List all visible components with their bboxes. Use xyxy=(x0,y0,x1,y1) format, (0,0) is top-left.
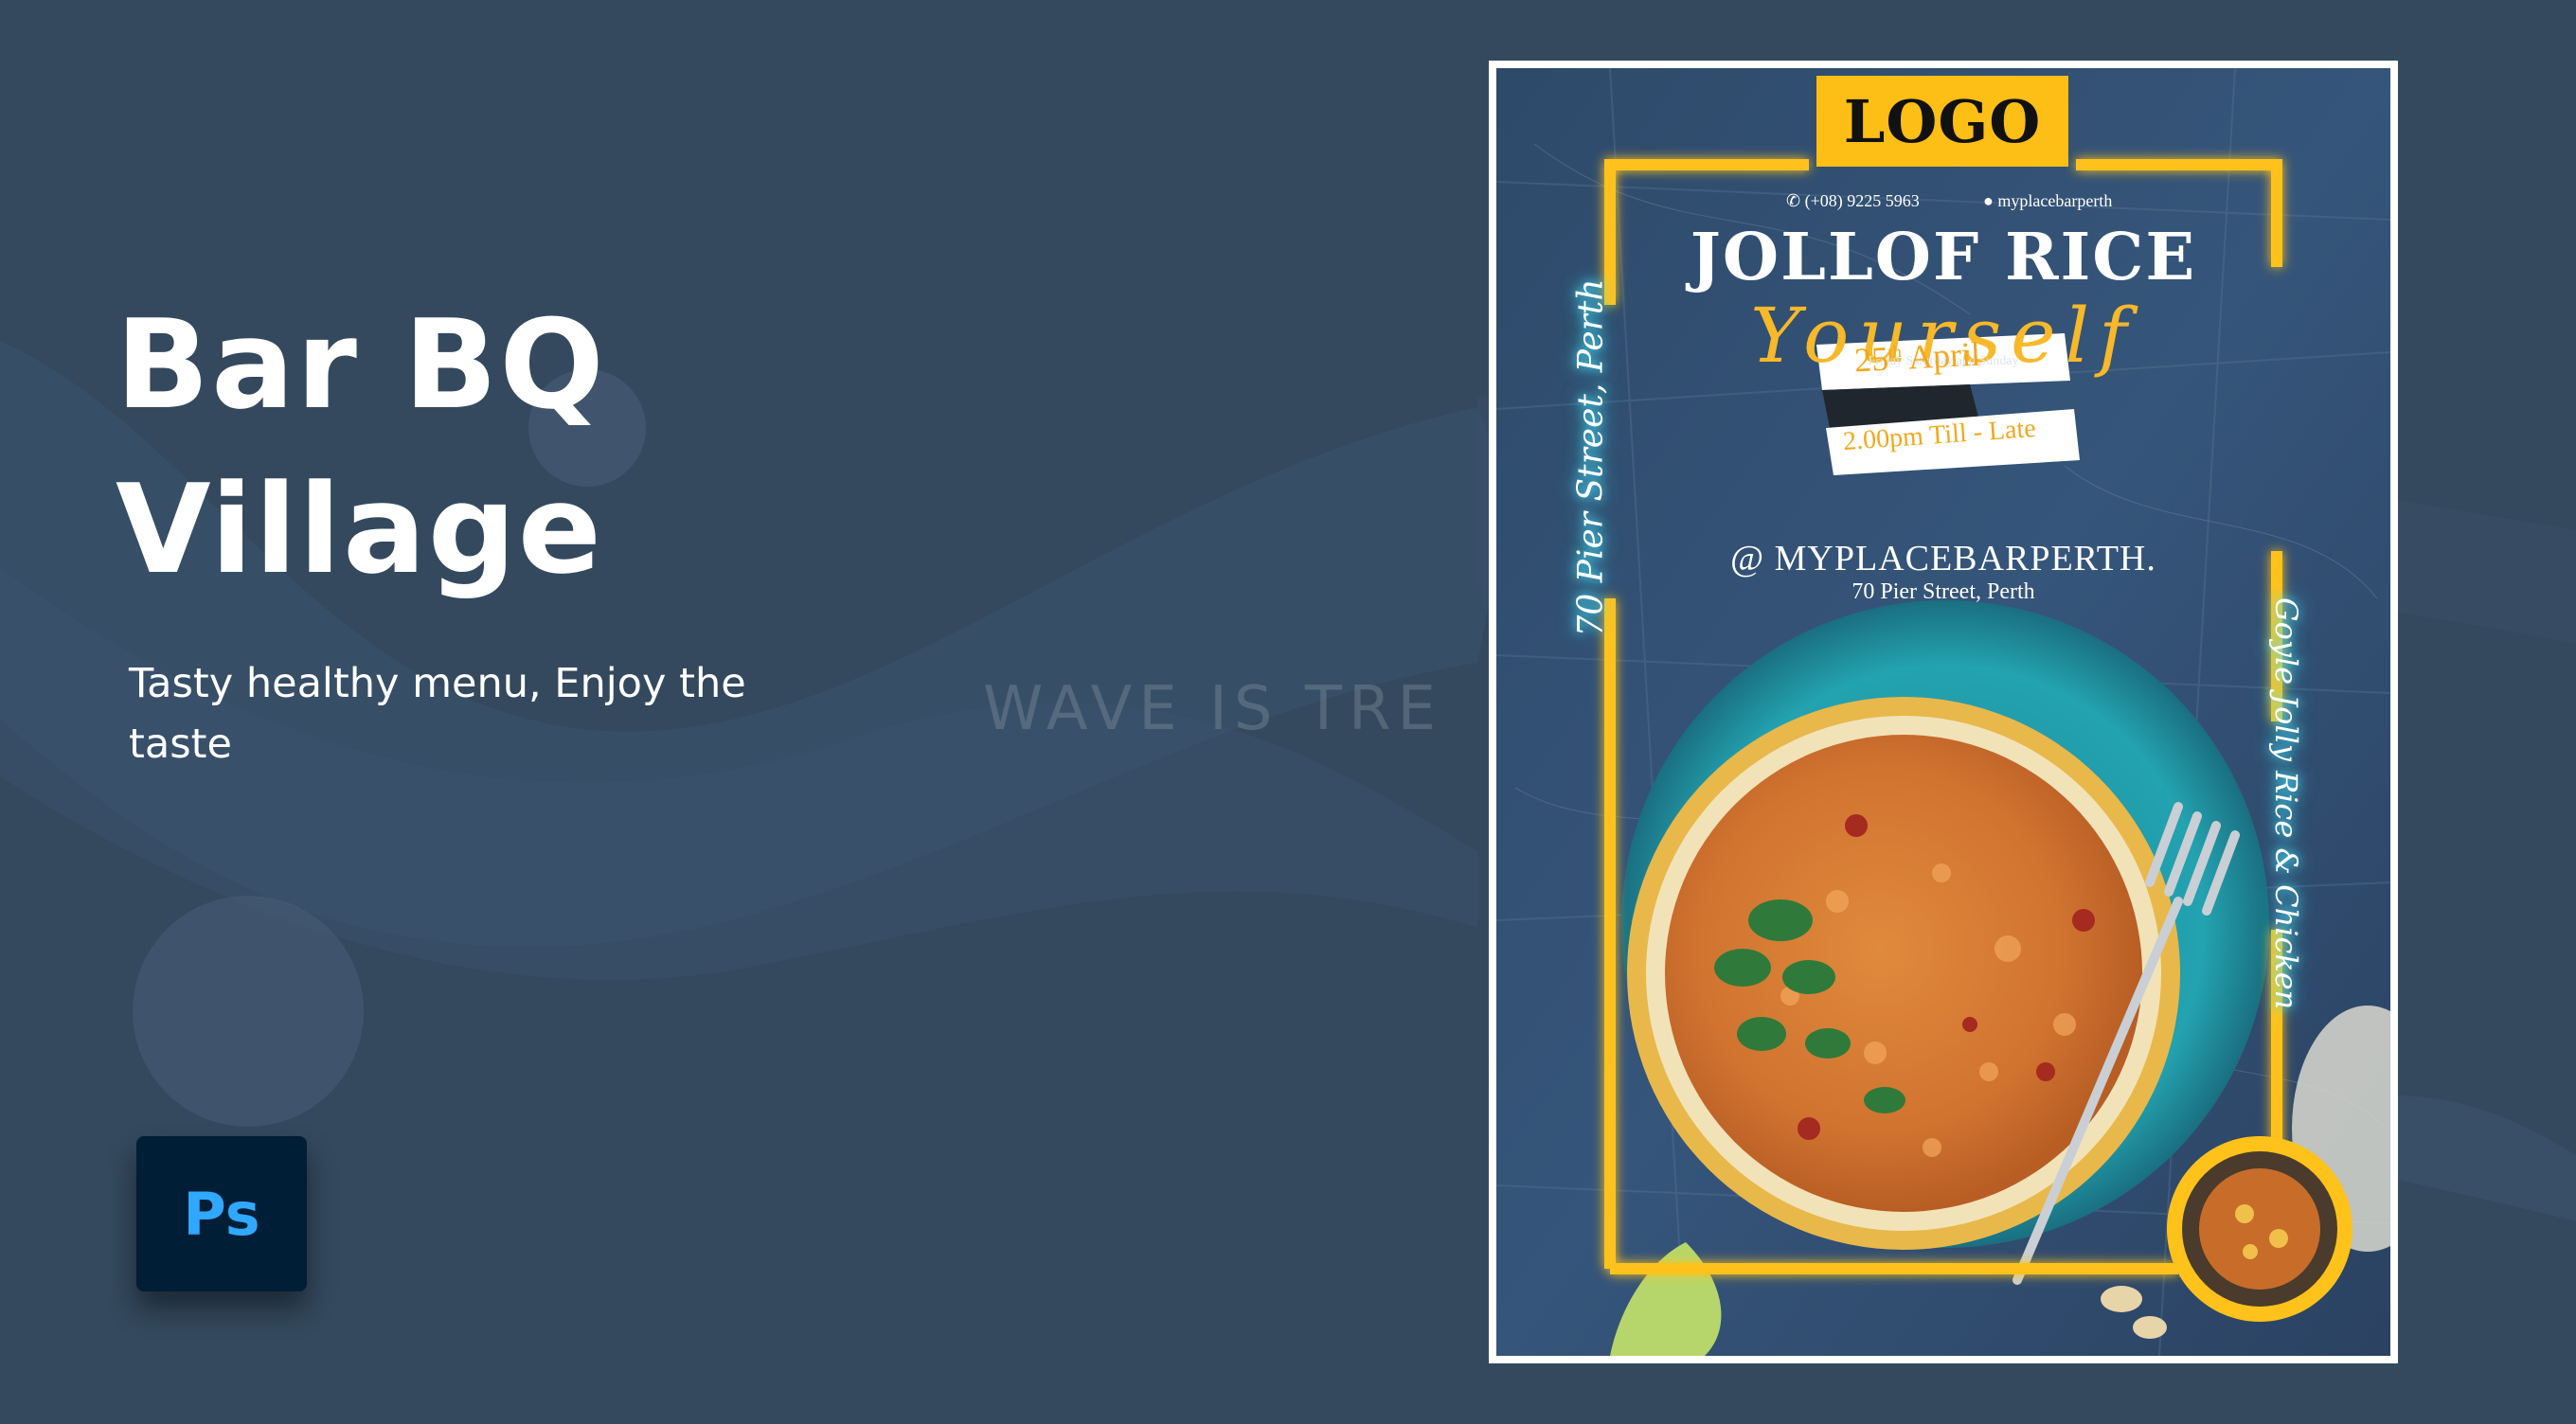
phone-number: (+08) 9225 5963 xyxy=(1804,191,1920,210)
poster-title: JOLLOF RICE xyxy=(1690,220,2197,295)
watermark-text: WAVE IS TRE xyxy=(983,674,1442,744)
facebook-instagram-icon: ● xyxy=(1983,191,1998,210)
thumbnail-dish xyxy=(2199,1168,2320,1290)
right-vertical-text: Goyle Jolly Rice & Chicken xyxy=(2268,597,2304,1010)
social-handle: myplacebarperth xyxy=(1997,191,2113,210)
poster: LOGO ✆ (+08) 9225 5963 ● myplacebarperth… xyxy=(1496,68,2390,1356)
poster-date: 25th April xyxy=(1853,334,1981,380)
left-vertical-text: 70 Pier Street, Perth xyxy=(1571,278,1611,637)
poster-address: 70 Pier Street, Perth xyxy=(1852,579,2035,604)
poster-frame: LOGO ✆ (+08) 9225 5963 ● myplacebarperth… xyxy=(1489,61,2398,1363)
phone-icon: ✆ xyxy=(1786,191,1805,210)
social-contact: ● myplacebarperth xyxy=(1983,191,2112,211)
hero-subtitle: Tasty healthy menu, Enjoy the taste xyxy=(129,660,746,768)
photoshop-icon: Ps xyxy=(183,1179,260,1249)
photoshop-badge: Ps xyxy=(136,1136,307,1291)
poster-logo: LOGO xyxy=(1816,76,2068,167)
poster-handle: @ MYPLACEBARPERTH. xyxy=(1730,539,2156,578)
hero-title: Bar BQ Village xyxy=(116,293,606,601)
phone-contact: ✆ (+08) 9225 5963 xyxy=(1786,191,1920,211)
